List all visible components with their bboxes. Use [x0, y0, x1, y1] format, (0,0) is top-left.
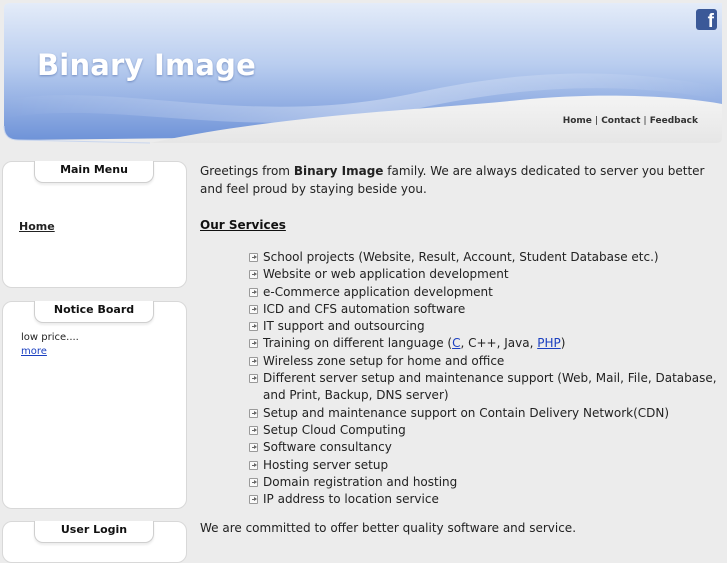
- list-item: ICD and CFS automation software: [249, 301, 727, 318]
- intro-text: Greetings from: [200, 164, 294, 178]
- notice-more-link[interactable]: more: [21, 346, 47, 357]
- arrow-bullet-icon: [249, 495, 258, 505]
- arrow-bullet-icon: [249, 270, 258, 280]
- list-item: IT support and outsourcing: [249, 318, 727, 335]
- arrow-bullet-icon: [249, 425, 258, 435]
- service-label: Wireless zone setup for home and office: [263, 353, 505, 368]
- service-label: IT support and outsourcing: [263, 319, 425, 334]
- service-label: Setup Cloud Computing: [263, 422, 406, 437]
- notice-board-box: Notice Board low price.... more: [2, 301, 187, 509]
- service-label: Setup and maintenance support on Contain…: [263, 405, 670, 420]
- service-label: , C++, Java,: [460, 336, 538, 351]
- list-item: IP address to location service: [249, 491, 727, 508]
- service-label: Website or web application development: [263, 267, 509, 282]
- arrow-bullet-icon: [249, 339, 258, 349]
- list-item: Setup and maintenance support on Contain…: [249, 405, 727, 422]
- list-item: School projects (Website, Result, Accoun…: [249, 249, 727, 266]
- list-item: Different server setup and maintenance s…: [249, 370, 727, 405]
- service-label: Domain registration and hosting: [263, 474, 458, 489]
- notice-text: low price....: [21, 332, 79, 343]
- service-label: School projects (Website, Result, Accoun…: [263, 250, 659, 264]
- arrow-bullet-icon: [249, 322, 258, 332]
- menu-item-home[interactable]: Home: [19, 220, 55, 233]
- list-item: Software consultancy: [249, 439, 727, 456]
- intro-paragraph: Greetings from Binary Image family. We a…: [200, 162, 727, 198]
- arrow-bullet-icon: [249, 408, 258, 418]
- service-label: Software consultancy: [263, 440, 392, 455]
- nav-feedback-link[interactable]: Feedback: [650, 116, 698, 126]
- service-label: Hosting server setup: [263, 457, 389, 472]
- nav-contact-link[interactable]: Contact: [601, 116, 640, 126]
- list-item: Domain registration and hosting: [249, 474, 727, 491]
- arrow-bullet-icon: [249, 374, 258, 384]
- arrow-bullet-icon: [249, 443, 258, 453]
- nav-separator: |: [643, 116, 647, 126]
- nav-separator: |: [594, 116, 599, 126]
- arrow-bullet-icon: [249, 304, 258, 314]
- service-label: IP address to location service: [263, 492, 439, 507]
- nav-home-link[interactable]: Home: [563, 116, 592, 126]
- list-item: e-Commerce application development: [249, 284, 727, 301]
- arrow-bullet-icon: [249, 356, 258, 366]
- service-label: ): [560, 336, 566, 351]
- user-login-title: User Login: [34, 521, 154, 543]
- service-label: ICD and CFS automation software: [263, 301, 466, 316]
- service-label: Training on different language (: [263, 336, 453, 351]
- closing-statement: We are committed to offer better quality…: [200, 521, 577, 535]
- list-item: Training on different language (C, C++, …: [249, 335, 727, 352]
- top-nav: Home | Contact | Feedback: [563, 116, 698, 126]
- php-language-link[interactable]: PHP: [537, 336, 561, 350]
- main-menu-box: Main Menu Home: [2, 161, 187, 288]
- facebook-glyph: f: [707, 11, 714, 32]
- user-login-box: User Login: [2, 521, 187, 563]
- service-label: Different server setup and maintenance s…: [263, 371, 717, 403]
- site-title[interactable]: Binary Image: [37, 48, 256, 82]
- service-label: e-Commerce application development: [263, 284, 493, 299]
- main-content: Greetings from Binary Image family. We a…: [200, 162, 727, 535]
- list-item: Hosting server setup: [249, 457, 727, 474]
- services-list: School projects (Website, Result, Accoun…: [249, 249, 727, 508]
- intro-brand: Binary Image: [293, 164, 384, 178]
- list-item: Setup Cloud Computing: [249, 422, 727, 439]
- notice-board-title: Notice Board: [34, 301, 154, 323]
- main-menu-title: Main Menu: [34, 161, 154, 183]
- facebook-icon[interactable]: f: [696, 9, 717, 32]
- arrow-bullet-icon: [249, 477, 258, 487]
- arrow-bullet-icon: [249, 253, 258, 262]
- arrow-bullet-icon: [249, 460, 258, 470]
- site-header: Binary Image f Home | Contact | Feedback: [0, 0, 727, 150]
- list-item: Wireless zone setup for home and office: [249, 353, 727, 370]
- arrow-bullet-icon: [249, 287, 258, 297]
- list-item: Website or web application development: [249, 266, 727, 283]
- services-heading: Our Services: [200, 218, 286, 232]
